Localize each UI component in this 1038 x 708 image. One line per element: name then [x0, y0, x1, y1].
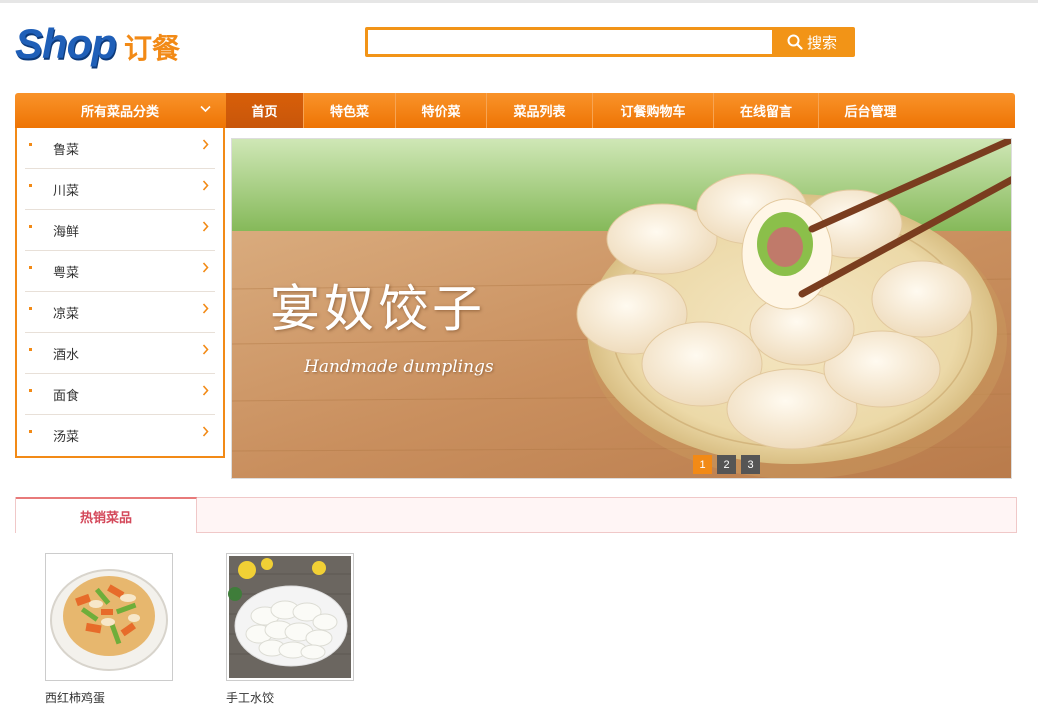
top-divider	[0, 0, 1038, 3]
carousel-dot[interactable]: 2	[717, 455, 736, 474]
nav-item-home[interactable]: 首页	[226, 93, 304, 128]
banner-carousel[interactable]: 宴奴饺子 Handmade dumplings 1 2 3	[231, 138, 1012, 479]
category-item[interactable]: 汤菜	[25, 415, 215, 456]
main-nav: 所有菜品分类 首页 特色菜 特价菜 菜品列表 订餐购物车 在线留言 后台管理	[15, 93, 1015, 128]
nav-item-discount[interactable]: 特价菜	[396, 93, 487, 128]
carousel-dot[interactable]: 3	[741, 455, 760, 474]
nav-item-admin[interactable]: 后台管理	[819, 93, 922, 128]
chevron-right-icon	[202, 303, 209, 314]
logo-chinese: 订餐	[123, 32, 180, 65]
search-bar: 搜索	[365, 27, 855, 57]
tab-hot-dishes[interactable]: 热销菜品	[16, 497, 197, 533]
category-item[interactable]: 海鲜	[25, 210, 215, 251]
all-categories-toggle[interactable]: 所有菜品分类	[15, 93, 225, 128]
chevron-right-icon	[202, 180, 209, 191]
stir-fried-dish-image	[46, 554, 172, 680]
product-name[interactable]: 手工水饺	[226, 689, 354, 706]
bullet-icon	[29, 184, 32, 187]
search-button[interactable]: 搜索	[772, 30, 852, 54]
chevron-down-icon	[200, 105, 211, 113]
bullet-icon	[29, 266, 32, 269]
bullet-icon	[29, 143, 32, 146]
product-image[interactable]	[226, 553, 354, 681]
carousel-pagination: 1 2 3	[693, 455, 760, 474]
search-input[interactable]	[368, 30, 772, 54]
banner-title: 宴奴饺子	[270, 280, 486, 338]
category-item[interactable]: 面食	[25, 374, 215, 415]
product-card[interactable]: 西红柿鸡蛋	[45, 553, 173, 706]
logo-text: Shop	[15, 20, 117, 67]
nav-item-cart[interactable]: 订餐购物车	[593, 93, 714, 128]
chevron-right-icon	[202, 262, 209, 273]
chevron-right-icon	[202, 426, 209, 437]
banner-subtitle: Handmade dumplings	[304, 357, 494, 377]
category-list: 鲁菜 川菜 海鲜 粤菜 凉菜 酒水 面食 汤菜	[15, 128, 225, 458]
category-item[interactable]: 粤菜	[25, 251, 215, 292]
chevron-right-icon	[202, 344, 209, 355]
site-logo[interactable]: Shop 订餐	[15, 22, 180, 72]
bullet-icon	[29, 348, 32, 351]
carousel-dot[interactable]: 1	[693, 455, 712, 474]
chevron-right-icon	[202, 221, 209, 232]
product-grid: 西红柿鸡蛋 手工水饺	[45, 553, 354, 706]
bullet-icon	[29, 389, 32, 392]
product-card[interactable]: 手工水饺	[226, 553, 354, 706]
category-item[interactable]: 酒水	[25, 333, 215, 374]
nav-item-messages[interactable]: 在线留言	[714, 93, 819, 128]
product-image[interactable]	[45, 553, 173, 681]
nav-item-specialty[interactable]: 特色菜	[304, 93, 396, 128]
bullet-icon	[29, 307, 32, 310]
category-item[interactable]: 鲁菜	[25, 128, 215, 169]
bullet-icon	[29, 430, 32, 433]
product-name[interactable]: 西红柿鸡蛋	[45, 689, 173, 706]
nav-items: 首页 特色菜 特价菜 菜品列表 订餐购物车 在线留言 后台管理	[226, 93, 922, 128]
search-button-label: 搜索	[806, 34, 837, 52]
hot-section-header: 热销菜品	[15, 497, 1017, 533]
dumplings-plate-image	[227, 554, 353, 680]
chevron-right-icon	[202, 385, 209, 396]
category-item[interactable]: 凉菜	[25, 292, 215, 333]
chevron-right-icon	[202, 139, 209, 150]
category-item[interactable]: 川菜	[25, 169, 215, 210]
nav-item-dish-list[interactable]: 菜品列表	[487, 93, 593, 128]
all-categories-label: 所有菜品分类	[80, 104, 159, 119]
bullet-icon	[29, 225, 32, 228]
search-icon	[787, 34, 803, 50]
